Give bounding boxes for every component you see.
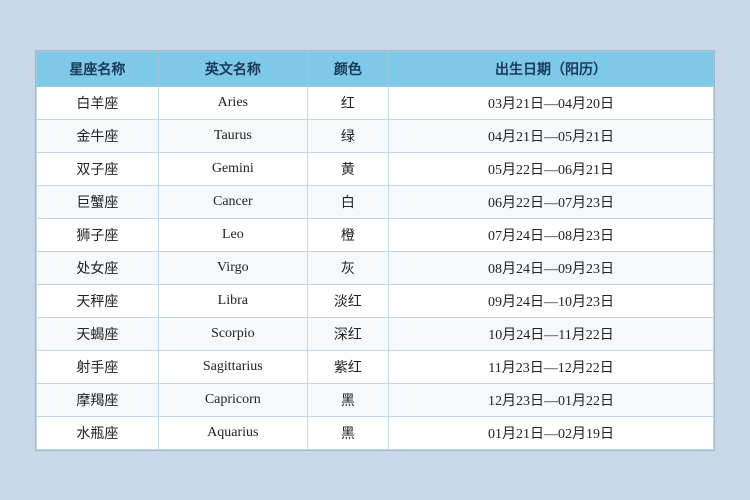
cell-date: 12月23日—01月22日 [389,383,714,416]
cell-date: 01月21日—02月19日 [389,416,714,449]
cell-date: 03月21日—04月20日 [389,86,714,119]
table-row: 摩羯座Capricorn黑12月23日—01月22日 [37,383,714,416]
cell-chinese: 白羊座 [37,86,159,119]
header-date: 出生日期（阳历） [389,51,714,86]
cell-date: 06月22日—07月23日 [389,185,714,218]
table-row: 天蝎座Scorpio深红10月24日—11月22日 [37,317,714,350]
zodiac-table: 星座名称 英文名称 颜色 出生日期（阳历） 白羊座Aries红03月21日—04… [36,51,714,450]
cell-date: 05月22日—06月21日 [389,152,714,185]
cell-english: Cancer [158,185,307,218]
table-row: 金牛座Taurus绿04月21日—05月21日 [37,119,714,152]
cell-english: Taurus [158,119,307,152]
cell-color: 黑 [307,416,388,449]
cell-chinese: 天蝎座 [37,317,159,350]
cell-english: Gemini [158,152,307,185]
header-english: 英文名称 [158,51,307,86]
cell-color: 白 [307,185,388,218]
table-header-row: 星座名称 英文名称 颜色 出生日期（阳历） [37,51,714,86]
cell-color: 黑 [307,383,388,416]
table-row: 水瓶座Aquarius黑01月21日—02月19日 [37,416,714,449]
cell-color: 绿 [307,119,388,152]
cell-date: 07月24日—08月23日 [389,218,714,251]
cell-chinese: 金牛座 [37,119,159,152]
cell-date: 10月24日—11月22日 [389,317,714,350]
cell-chinese: 双子座 [37,152,159,185]
cell-chinese: 射手座 [37,350,159,383]
cell-english: Aquarius [158,416,307,449]
cell-date: 09月24日—10月23日 [389,284,714,317]
cell-english: Libra [158,284,307,317]
header-chinese: 星座名称 [37,51,159,86]
cell-chinese: 狮子座 [37,218,159,251]
cell-date: 11月23日—12月22日 [389,350,714,383]
cell-chinese: 天秤座 [37,284,159,317]
cell-english: Scorpio [158,317,307,350]
cell-color: 灰 [307,251,388,284]
cell-chinese: 巨蟹座 [37,185,159,218]
cell-english: Sagittarius [158,350,307,383]
table-row: 处女座Virgo灰08月24日—09月23日 [37,251,714,284]
table-row: 巨蟹座Cancer白06月22日—07月23日 [37,185,714,218]
table-row: 天秤座Libra淡红09月24日—10月23日 [37,284,714,317]
cell-chinese: 水瓶座 [37,416,159,449]
cell-english: Virgo [158,251,307,284]
header-color: 颜色 [307,51,388,86]
cell-color: 淡红 [307,284,388,317]
cell-color: 深红 [307,317,388,350]
cell-english: Capricorn [158,383,307,416]
cell-date: 08月24日—09月23日 [389,251,714,284]
table-body: 白羊座Aries红03月21日—04月20日金牛座Taurus绿04月21日—0… [37,86,714,449]
cell-color: 红 [307,86,388,119]
cell-chinese: 处女座 [37,251,159,284]
table-row: 双子座Gemini黄05月22日—06月21日 [37,152,714,185]
table-row: 狮子座Leo橙07月24日—08月23日 [37,218,714,251]
table-row: 射手座Sagittarius紫红11月23日—12月22日 [37,350,714,383]
cell-english: Leo [158,218,307,251]
cell-date: 04月21日—05月21日 [389,119,714,152]
zodiac-table-container: 星座名称 英文名称 颜色 出生日期（阳历） 白羊座Aries红03月21日—04… [35,50,715,451]
cell-chinese: 摩羯座 [37,383,159,416]
table-row: 白羊座Aries红03月21日—04月20日 [37,86,714,119]
cell-color: 黄 [307,152,388,185]
cell-color: 橙 [307,218,388,251]
cell-english: Aries [158,86,307,119]
cell-color: 紫红 [307,350,388,383]
